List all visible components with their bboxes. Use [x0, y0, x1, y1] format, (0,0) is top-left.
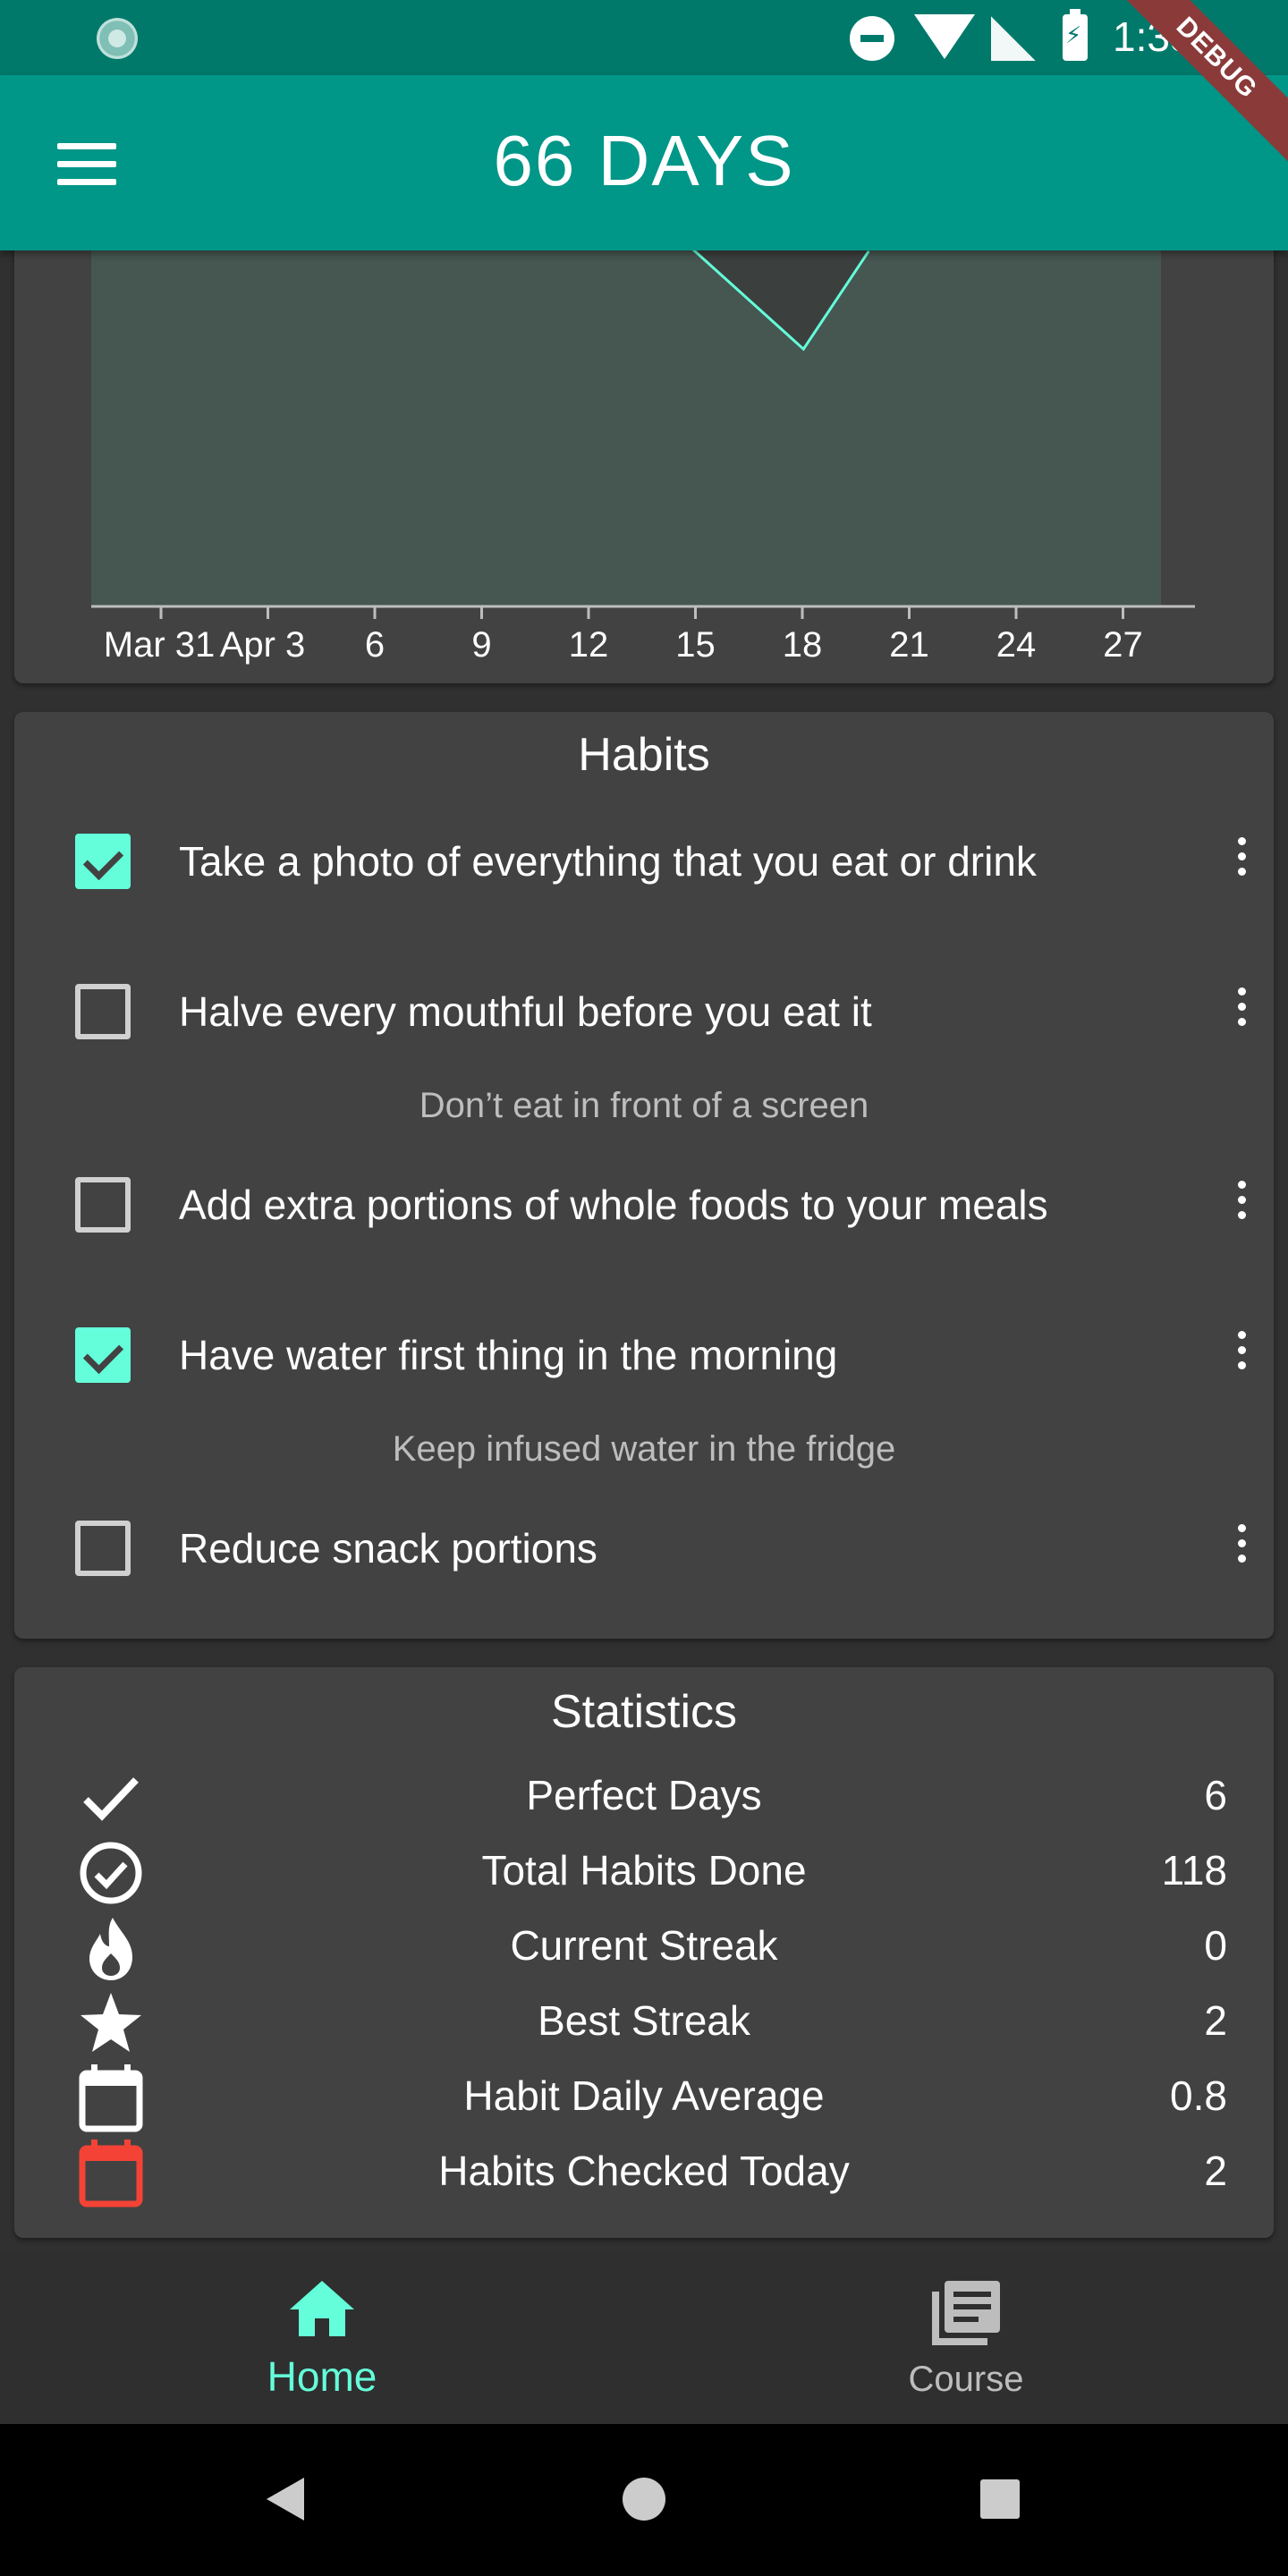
stat-label: Total Habits Done: [481, 1847, 807, 1894]
nav-home-label: Home: [267, 2353, 377, 2400]
habit-note: Keep infused water in the fridge: [392, 1429, 896, 1469]
stat-value: 2: [1204, 2148, 1227, 2194]
stat-label: Current Streak: [510, 1922, 778, 1969]
stat-value: 6: [1204, 1772, 1227, 1818]
system-navigation-bar: [0, 2424, 1288, 2576]
battery-charging-icon: [1063, 9, 1088, 61]
more-vert-icon[interactable]: [1233, 987, 1250, 1041]
habit-checkbox[interactable]: [75, 834, 131, 889]
stat-label: Best Streak: [538, 1997, 750, 2044]
app-notification-icon: [97, 18, 138, 59]
statistics-card: Statistics Perfect Days 6 Total Habits D…: [14, 1667, 1274, 2238]
stat-row: Habit Daily Average 0.8: [14, 2061, 1274, 2136]
recents-icon[interactable]: [980, 2479, 1020, 2519]
stat-row: Perfect Days 6: [14, 1760, 1274, 1835]
chart-x-tick-label: 24: [996, 625, 1037, 665]
page-title: 66 DAYS: [493, 121, 795, 200]
habit-label[interactable]: Take a photo of everything that you eat …: [179, 837, 1037, 886]
chart-x-tick-label: 15: [675, 625, 716, 665]
back-icon[interactable]: [267, 2478, 304, 2521]
habit-checkbox[interactable]: [75, 1177, 131, 1233]
habit-note: Don’t eat in front of a screen: [419, 1086, 869, 1125]
stat-label: Habits Checked Today: [438, 2148, 850, 2194]
status-bar: 1:33: [0, 0, 1288, 75]
chart-x-ticks: Mar 31 Apr 3 6 9 12 15 18 21 24 27: [104, 606, 1143, 665]
stat-value: 118: [1161, 1847, 1227, 1894]
nav-home-tab[interactable]: Home: [0, 2250, 644, 2424]
stat-label: Perfect Days: [526, 1772, 762, 1818]
habit-row: Add extra portions of whole foods to you…: [14, 1159, 1274, 1249]
app-bar: 66 DAYS: [0, 75, 1288, 250]
chart-x-tick-label: 12: [569, 625, 609, 665]
chart-x-tick-label: Apr 3: [220, 625, 306, 665]
nav-course-label: Course: [908, 2360, 1024, 2399]
stat-row: Total Habits Done 118: [14, 1835, 1274, 1911]
more-vert-icon[interactable]: [1233, 1524, 1250, 1578]
stat-row: Current Streak 0: [14, 1911, 1274, 1986]
progress-chart-card: Mar 31 Apr 3 6 9 12 15 18 21 24 27: [14, 179, 1274, 683]
chart-x-tick-label: Mar 31: [104, 625, 216, 665]
statistics-title: Statistics: [550, 1686, 738, 1738]
habit-row: Reduce snack portions: [14, 1503, 1274, 1592]
more-vert-icon[interactable]: [1233, 1331, 1250, 1385]
habit-label[interactable]: Reduce snack portions: [179, 1524, 597, 1572]
habit-checkbox[interactable]: [75, 1521, 131, 1576]
habit-row: Take a photo of everything that you eat …: [14, 816, 1274, 905]
bottom-navigation: Home Course: [0, 2250, 1288, 2424]
wifi-icon: [914, 14, 975, 59]
habit-label[interactable]: Halve every mouthful before you eat it: [179, 987, 872, 1036]
habits-title: Habits: [578, 729, 710, 781]
cell-signal-icon: [991, 16, 1036, 61]
more-vert-icon[interactable]: [1233, 837, 1250, 891]
habit-checkbox[interactable]: [75, 984, 131, 1039]
do-not-disturb-icon: [850, 16, 894, 61]
nav-course-tab[interactable]: Course: [644, 2250, 1288, 2424]
chart-x-tick-label: 9: [471, 625, 491, 665]
stat-value: 2: [1204, 1997, 1227, 2044]
stat-label: Habit Daily Average: [463, 2072, 825, 2119]
habit-label[interactable]: Have water first thing in the morning: [179, 1331, 837, 1379]
home-button-icon[interactable]: [623, 2478, 665, 2521]
chart-x-tick-label: 21: [889, 625, 929, 665]
stat-row: Best Streak 2: [14, 1986, 1274, 2061]
stat-value: 0: [1204, 1922, 1227, 1969]
home-icon: [290, 2281, 354, 2336]
more-vert-icon[interactable]: [1233, 1181, 1250, 1234]
stat-value: 0.8: [1170, 2072, 1227, 2119]
habit-row: Have water first thing in the morning: [14, 1309, 1274, 1399]
chart-x-tick-label: 27: [1103, 625, 1143, 665]
library-books-icon: [932, 2281, 1000, 2345]
chart-x-tick-label: 18: [783, 625, 823, 665]
habit-checkbox[interactable]: [75, 1327, 131, 1383]
chart-x-tick-label: 6: [365, 625, 385, 665]
habit-row: Halve every mouthful before you eat it: [14, 966, 1274, 1055]
stat-row: Habits Checked Today 2: [14, 2136, 1274, 2211]
habit-label[interactable]: Add extra portions of whole foods to you…: [179, 1181, 1048, 1229]
progress-chart: Mar 31 Apr 3 6 9 12 15 18 21 24 27: [91, 179, 1195, 665]
habits-card: Habits Take a photo of everything that y…: [14, 712, 1274, 1639]
